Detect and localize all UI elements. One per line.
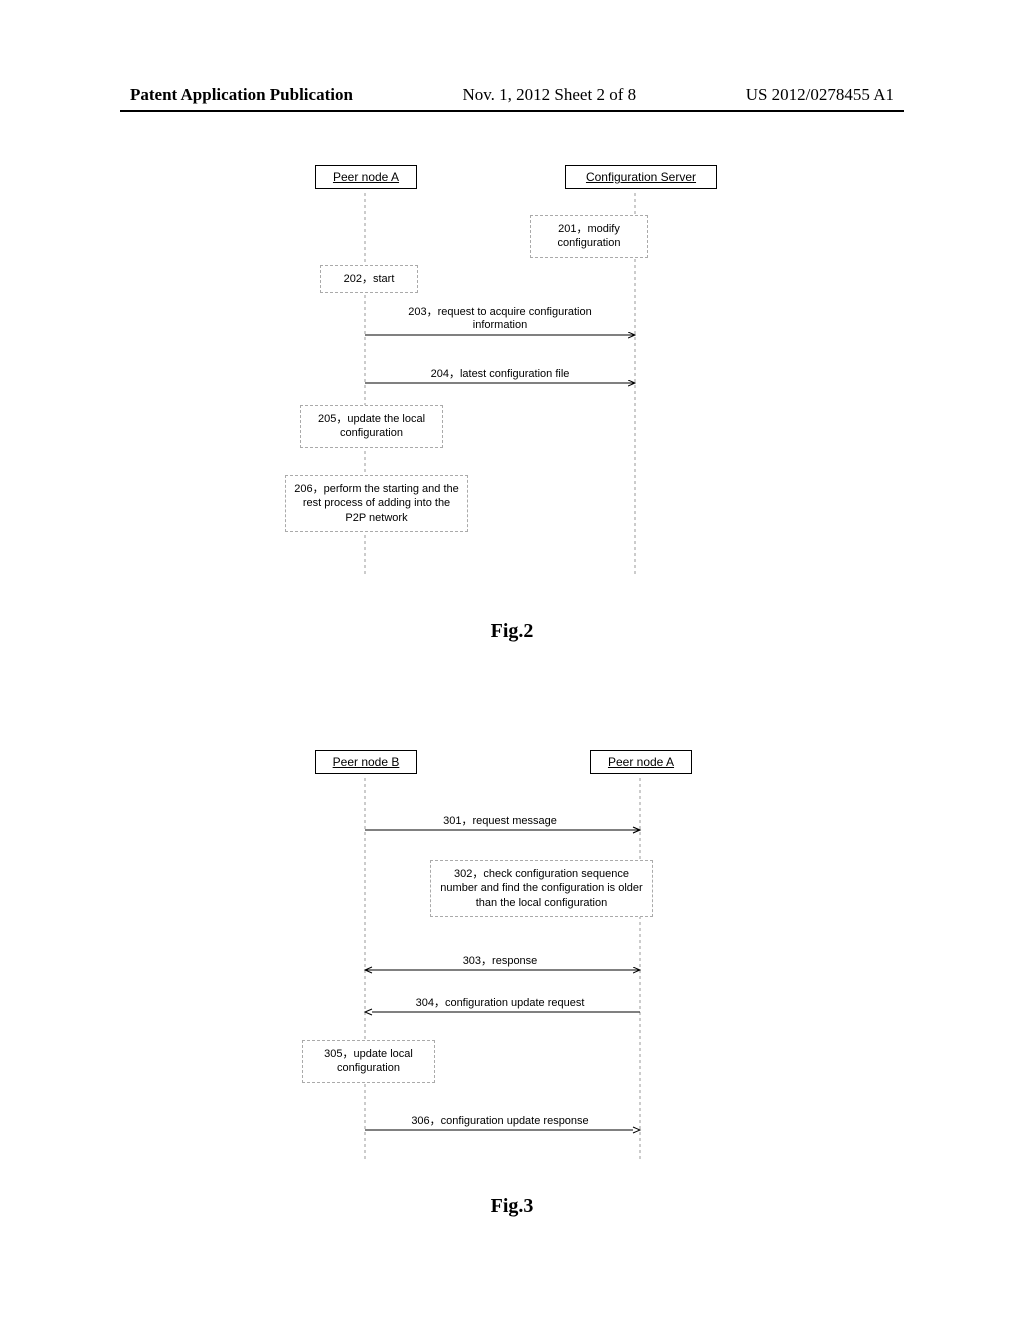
header-rule (120, 110, 904, 112)
fig2-step-206: 206，perform the starting and the rest pr… (285, 475, 468, 532)
fig3-label: Fig.3 (0, 1195, 1024, 1218)
fig2-label: Fig.2 (0, 620, 1024, 643)
page-header: Patent Application Publication Nov. 1, 2… (0, 85, 1024, 105)
header-right: US 2012/0278455 A1 (746, 85, 894, 105)
fig3-msg-301: 301，request message (380, 812, 620, 828)
fig2-msg-203: 203，request to acquire configuration inf… (380, 303, 620, 331)
fig3-step-302: 302，check configuration sequence number … (430, 860, 653, 917)
figure-2: Peer node A Configuration Server 201，mod… (300, 165, 700, 585)
fig3-msg-306: 306，configuration update response (380, 1112, 620, 1128)
fig2-actor-right: Configuration Server (565, 165, 717, 189)
fig2-msg-204: 204，latest configuration file (380, 365, 620, 381)
header-center: Nov. 1, 2012 Sheet 2 of 8 (463, 85, 637, 105)
fig2-step-202: 202，start (320, 265, 418, 293)
figure-3: Peer node B Peer node A 301，request mess… (300, 750, 700, 1170)
fig3-actor-left: Peer node B (315, 750, 417, 774)
header-left: Patent Application Publication (130, 85, 353, 105)
fig2-step-205: 205，update the local configuration (300, 405, 443, 448)
fig2-step-201: 201，modify configuration (530, 215, 648, 258)
fig3-actor-right: Peer node A (590, 750, 692, 774)
fig3-msg-304: 304，configuration update request (380, 994, 620, 1010)
fig3-step-305: 305，update local configuration (302, 1040, 435, 1083)
fig3-msg-303: 303，response (380, 952, 620, 968)
fig2-actor-left: Peer node A (315, 165, 417, 189)
